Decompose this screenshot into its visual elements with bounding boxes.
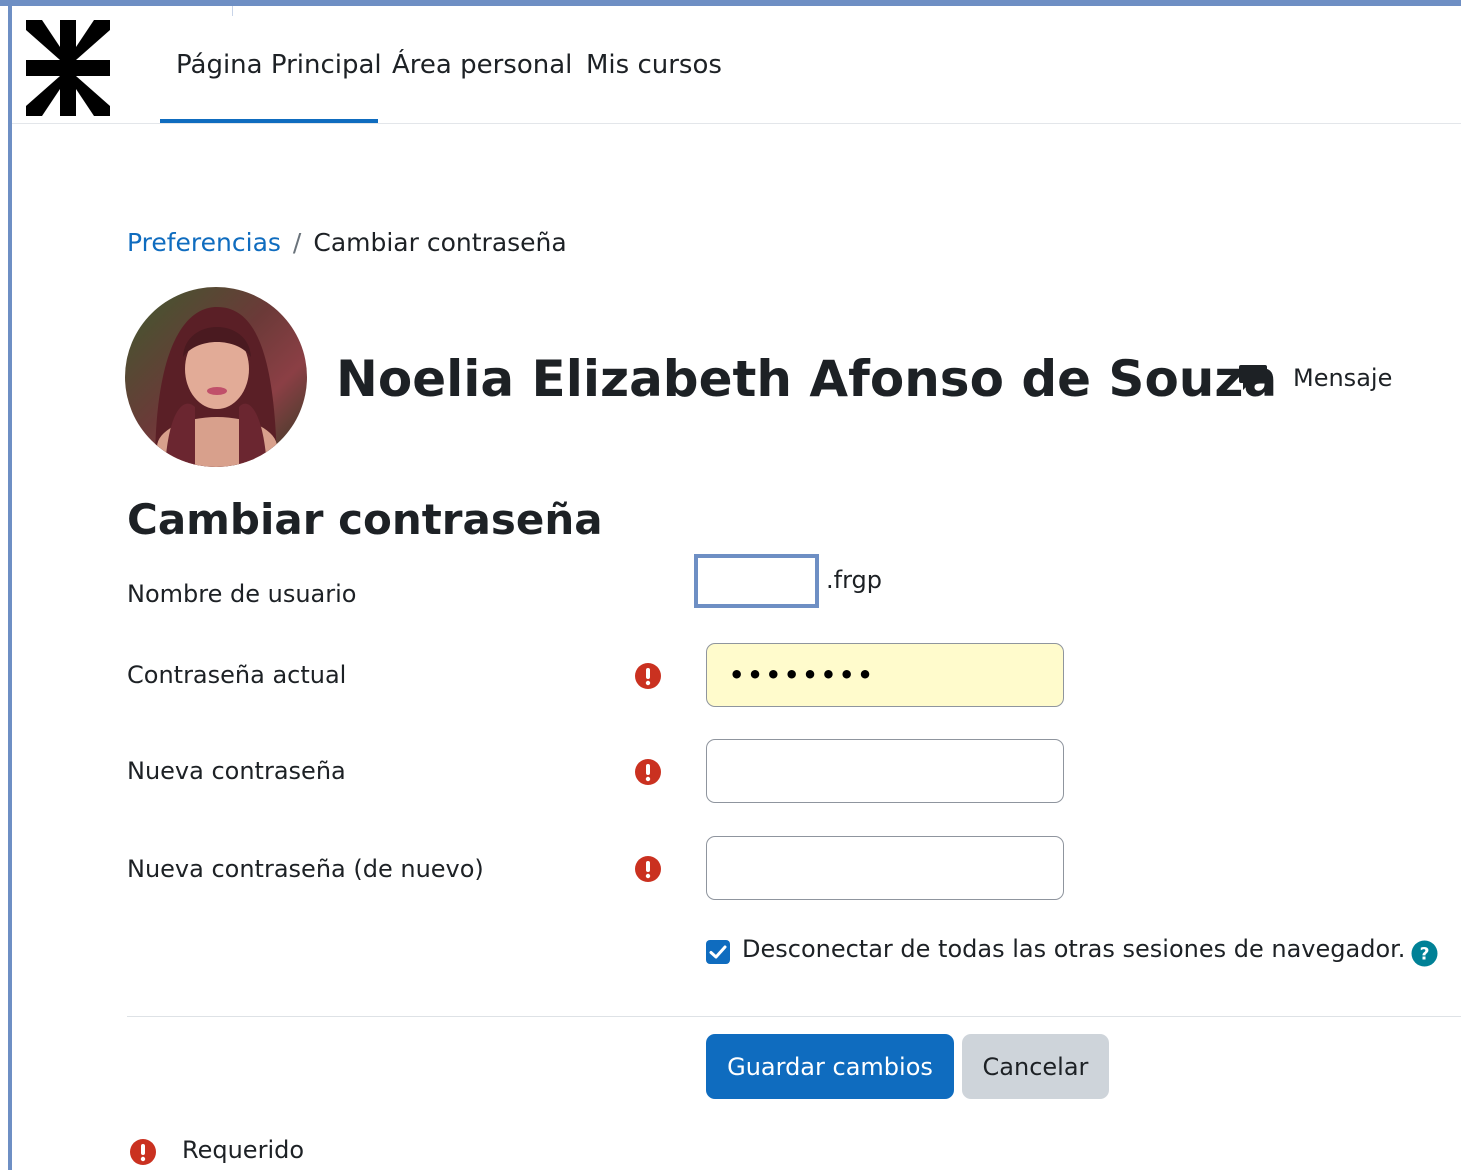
speech-bubble-icon[interactable] [1238,362,1268,392]
cancel-button[interactable]: Cancelar [962,1034,1109,1099]
nav-item-area-personal[interactable]: Área personal [392,50,572,80]
nav-item-pagina-principal[interactable]: Página Principal [176,50,382,80]
username-label: Nombre de usuario [127,580,357,608]
avatar[interactable] [125,287,307,467]
breadcrumb-current: Cambiar contraseña [313,228,567,257]
required-legend: Requerido [182,1136,305,1164]
exclamation-circle-icon [130,1139,156,1165]
exclamation-circle-icon [635,663,661,689]
current-password-field[interactable] [706,643,1064,707]
window-frame-left [8,0,12,1170]
page-title: Cambiar contraseña [127,495,603,544]
svg-text:?: ? [1420,945,1430,965]
save-button[interactable]: Guardar cambios [706,1034,954,1099]
new-password-field[interactable] [706,739,1064,803]
top-navbar: Página Principal Área personal Mis curso… [12,6,1461,124]
breadcrumb-link-preferencias[interactable]: Preferencias [127,228,281,257]
profile-name: Noelia Elizabeth Afonso de Souza [336,350,1278,408]
new-password-again-field[interactable] [706,836,1064,900]
logout-sessions-checkbox[interactable] [706,940,730,964]
checkmark-icon [709,945,727,959]
username-redaction-box [694,554,819,608]
breadcrumb-separator: / [292,228,302,257]
exclamation-circle-icon [635,759,661,785]
avatar-portrait [155,307,277,467]
nav-active-indicator [160,119,378,123]
form-divider [127,1016,1461,1017]
breadcrumb: Preferencias / Cambiar contraseña [127,228,567,257]
exclamation-circle-icon [635,856,661,882]
new-password-again-label: Nueva contraseña (de nuevo) [127,855,484,883]
nav-item-mis-cursos[interactable]: Mis cursos [586,50,722,80]
username-value: .frgp [826,566,882,594]
logout-sessions-label[interactable]: Desconectar de todas las otras sesiones … [742,935,1405,963]
new-password-label: Nueva contraseña [127,757,346,785]
current-password-label: Contraseña actual [127,661,347,689]
message-button[interactable]: Mensaje [1293,364,1392,392]
utn-logo-icon[interactable] [26,20,110,116]
question-circle-icon[interactable]: ? [1411,940,1438,967]
